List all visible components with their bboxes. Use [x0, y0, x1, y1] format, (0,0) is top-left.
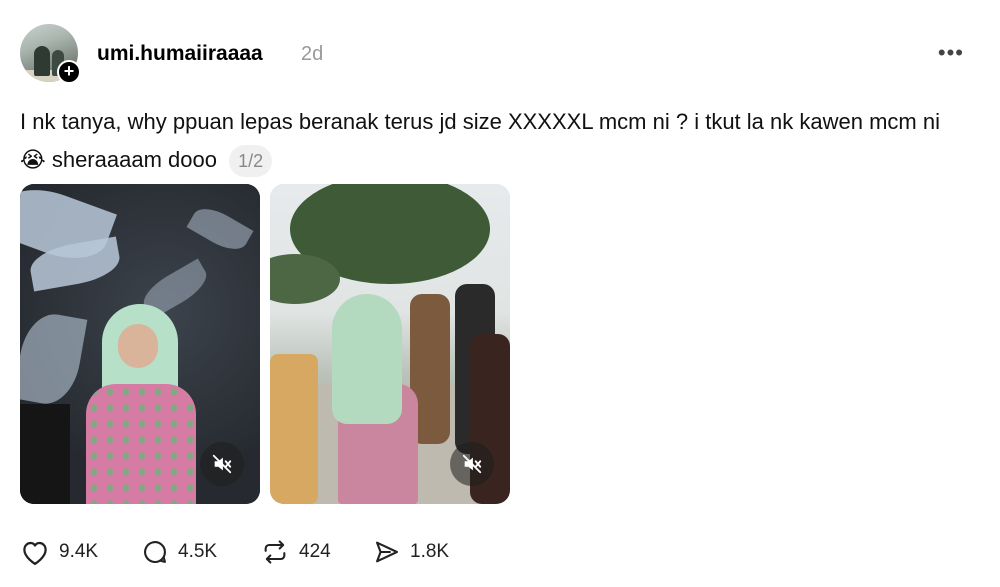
- woman-hijab: [332, 294, 402, 424]
- mute-toggle-button[interactable]: [200, 442, 244, 486]
- share-count: 1.8K: [410, 541, 450, 562]
- post-header: + umi.humaiiraaaa 2d •••: [20, 22, 980, 84]
- comment-count: 4.5K: [178, 541, 218, 562]
- like-button[interactable]: 9.4K: [20, 536, 98, 568]
- post-time: 2d: [301, 43, 324, 65]
- post-text-part-1: I nk tanya, why ppuan lepas beranak teru…: [20, 109, 940, 134]
- singer-dress-pattern: [86, 384, 196, 504]
- crying-emoji-icon: 😭: [20, 148, 46, 173]
- stage-equipment: [20, 404, 70, 504]
- singer-figure: [80, 304, 200, 504]
- more-options-icon[interactable]: •••: [938, 40, 964, 66]
- bystander-figure: [270, 354, 318, 504]
- share-button[interactable]: 1.8K: [373, 536, 449, 568]
- like-count: 9.4K: [59, 541, 99, 562]
- repost-count: 424: [299, 541, 331, 562]
- avatar-figure: [34, 46, 50, 76]
- video-thumbnail-2[interactable]: [270, 184, 510, 504]
- repost-icon: [264, 540, 286, 564]
- comment-bubble-icon: [144, 541, 166, 564]
- post-text: I nk tanya, why ppuan lepas beranak teru…: [20, 103, 970, 180]
- speaker-muted-icon: [212, 454, 232, 474]
- send-icon: [376, 541, 398, 563]
- follow-plus-icon[interactable]: +: [57, 60, 81, 84]
- username[interactable]: umi.humaiiraaaa: [97, 42, 263, 66]
- video-thumbnail-1[interactable]: [20, 184, 260, 504]
- repost-button[interactable]: 424: [260, 536, 331, 568]
- speaker-muted-icon: [462, 454, 482, 474]
- singer-face: [118, 324, 158, 368]
- heart-icon: [23, 541, 47, 565]
- comment-button[interactable]: 4.5K: [141, 536, 217, 568]
- mute-toggle-button[interactable]: [450, 442, 494, 486]
- page-indicator: 1/2: [229, 145, 273, 178]
- post-text-part-2: sheraaaam dooo: [45, 147, 217, 172]
